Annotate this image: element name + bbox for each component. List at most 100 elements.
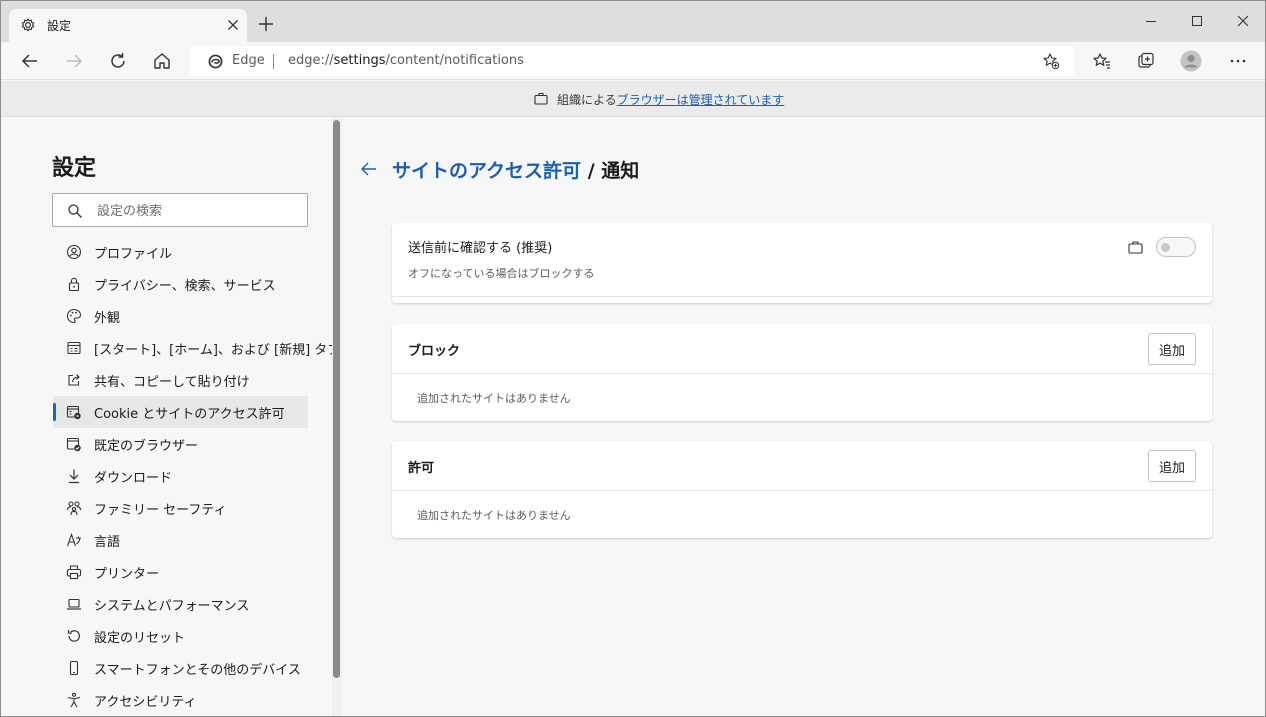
sidebar-item-label: 共有、コピーして貼り付け [94,375,250,390]
minimize-button[interactable] [1141,11,1161,31]
managed-link[interactable]: ブラウザーは管理されています [617,93,785,107]
ask-before-sending-subtitle: オフになっている場合はブロックする [408,267,595,280]
sidebar-item-downloads[interactable]: ダウンロード [53,460,308,492]
page-title: 通知 [601,160,640,182]
edge-logo-icon [208,54,223,69]
edge-label: Edge [232,53,265,68]
ask-before-sending-toggle[interactable] [1156,237,1196,257]
back-arrow-icon[interactable] [360,160,378,178]
close-icon[interactable] [225,17,241,33]
toggle-knob [1161,243,1170,252]
allow-section-card: 許可 追加 追加されたサイトはありません [392,441,1212,538]
sidebar-item-privacy[interactable]: プライバシー、検索、サービス [53,268,308,300]
sidebar-item-reset-settings[interactable]: 設定のリセット [53,620,308,652]
allow-empty-text: 追加されたサイトはありません [417,509,571,522]
new-tab-button[interactable] [257,15,275,33]
sidebar-item-start-home-newtab[interactable]: [スタート]、[ホーム]、および [新規] タブ [53,332,340,364]
phone-icon [66,660,82,676]
tab-title: 設定 [47,19,72,33]
ask-before-sending-card: 送信前に確認する (推奨) オフになっている場合はブロックする [392,223,1212,303]
block-add-button[interactable]: 追加 [1148,333,1196,365]
sidebar-item-appearance[interactable]: 外観 [53,300,308,332]
sidebar-item-label: ダウンロード [94,471,173,486]
home-button[interactable] [151,50,173,72]
address-separator [273,54,274,69]
sidebar-item-label: 言語 [94,535,121,550]
browser-window: 設定 Edge edge://settings/content/notifica… [0,0,1266,717]
sidebar-scrollbar[interactable] [332,118,342,716]
sidebar-item-accessibility[interactable]: アクセシビリティ [53,684,308,716]
managed-briefcase-icon [1128,240,1143,254]
allow-section-title: 許可 [408,461,435,476]
language-icon [66,532,82,548]
gear-icon [20,17,36,33]
sidebar-item-label: ファミリー セーフティ [94,503,227,518]
main-content: サイトのアクセス許可 / 通知 送信前に確認する (推奨) オフになっている場合… [342,118,1265,716]
sidebar-title: 設定 [52,156,97,181]
default-browser-icon [66,436,82,452]
sidebar-item-default-browser[interactable]: 既定のブラウザー [53,428,308,460]
tab-strip: 設定 [1,1,1265,42]
card-divider [392,296,1212,297]
forward-button[interactable] [63,50,85,72]
block-section-title: ブロック [408,344,461,359]
sidebar-item-label: 既定のブラウザー [94,439,199,454]
sidebar-item-family-safety[interactable]: ファミリー セーフティ [53,492,308,524]
sidebar-item-label: 外観 [94,311,121,326]
cookie-permissions-icon [66,404,82,420]
back-button[interactable] [19,50,41,72]
browser-toolbar: Edge edge://settings/content/notificatio… [1,42,1265,80]
url-path: /content/notifications [385,53,524,68]
briefcase-icon [534,92,548,105]
breadcrumb-parent-link[interactable]: サイトのアクセス許可 [392,160,581,182]
refresh-button[interactable] [107,50,129,72]
breadcrumb: サイトのアクセス許可 / 通知 [392,156,639,183]
favorites-button[interactable] [1091,50,1113,72]
sidebar-item-share-copy-paste[interactable]: 共有、コピーして貼り付け [53,364,308,396]
palette-icon [66,308,82,324]
sidebar-item-label: スマートフォンとその他のデバイス [94,663,301,678]
maximize-button[interactable] [1187,11,1207,31]
ask-before-sending-title: 送信前に確認する (推奨) [408,241,553,256]
sidebar-item-label: プロファイル [94,247,173,262]
more-options-button[interactable] [1227,50,1249,72]
lock-icon [66,276,82,292]
url-host: settings [333,53,386,68]
download-icon [66,468,82,484]
accessibility-icon [66,692,82,708]
sidebar-item-languages[interactable]: 言語 [53,524,308,556]
sidebar-item-phone-devices[interactable]: スマートフォンとその他のデバイス [53,652,308,684]
allow-add-button[interactable]: 追加 [1148,450,1196,482]
sidebar-item-label: プリンター [94,567,160,582]
sidebar-item-label: 設定のリセット [94,631,186,646]
sidebar-item-cookies-permissions[interactable]: Cookie とサイトのアクセス許可 [53,396,308,428]
sidebar-item-printers[interactable]: プリンター [53,556,308,588]
managed-text: 組織によるブラウザーは管理されています [557,91,784,108]
laptop-icon [66,596,82,612]
collections-button[interactable] [1135,50,1157,72]
profile-avatar[interactable] [1180,50,1202,72]
block-empty-text: 追加されたサイトはありません [417,392,571,405]
sidebar-item-label: Cookie とサイトのアクセス許可 [94,407,285,422]
sidebar-scrollbar-thumb[interactable] [333,120,340,678]
family-icon [66,500,82,516]
address-bar[interactable]: Edge edge://settings/content/notificatio… [190,46,1074,76]
share-icon [66,372,82,388]
start-home-icon [66,340,82,356]
add-favorite-icon[interactable] [1042,52,1060,70]
reset-icon [66,628,82,644]
block-section-card: ブロック 追加 追加されたサイトはありません [392,324,1212,421]
url-text[interactable]: edge://settings/content/notifications [288,53,524,68]
sidebar-item-system-performance[interactable]: システムとパフォーマンス [53,588,308,620]
managed-by-organization-bar: 組織によるブラウザーは管理されています [1,81,1265,117]
url-scheme: edge:// [288,53,334,68]
profile-icon [66,244,82,260]
window-close-button[interactable] [1233,11,1253,31]
sidebar-item-label: プライバシー、検索、サービス [94,279,276,294]
settings-search[interactable] [52,193,308,227]
search-input[interactable] [97,201,297,221]
sidebar-item-label: アクセシビリティ [94,695,197,710]
settings-sidebar: 設定 プロファイル プライバシー、検索、サービス 外観 [スタート]、[ホーム]… [1,118,342,716]
tab-settings[interactable]: 設定 [9,9,247,42]
sidebar-item-profile[interactable]: プロファイル [53,236,308,268]
